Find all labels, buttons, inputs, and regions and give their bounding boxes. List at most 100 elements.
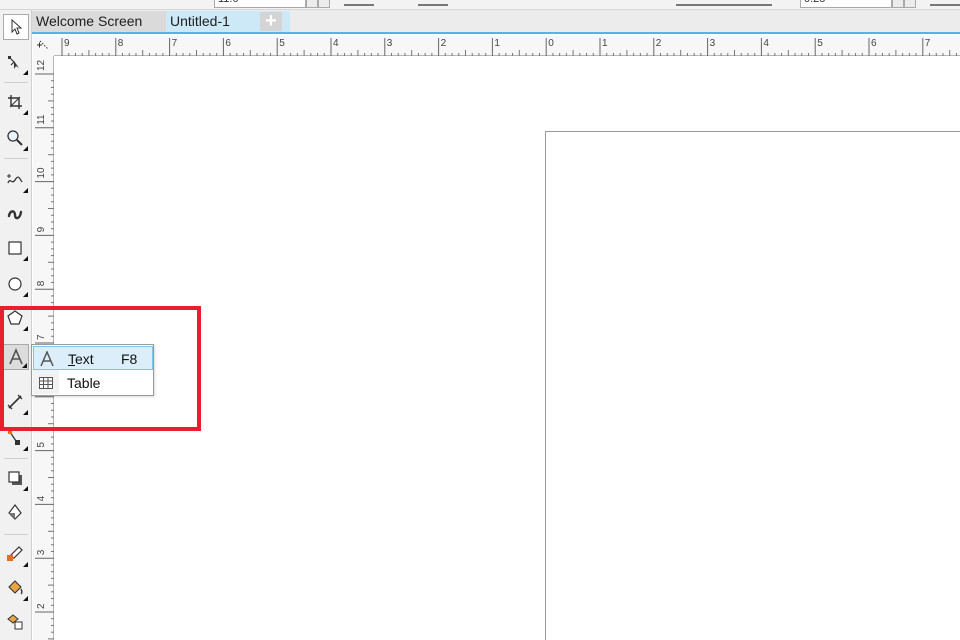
- ruler-tick-label: 2: [441, 38, 447, 49]
- property-field-1[interactable]: 11.0: [214, 0, 306, 8]
- property-field-2[interactable]: 0.25: [800, 0, 892, 8]
- dimension-line-icon: [7, 394, 23, 410]
- eyedropper-icon: [7, 546, 23, 561]
- ruler-tick-label: 1: [494, 38, 500, 49]
- ruler-tick-label: 6: [225, 38, 231, 49]
- flyout-arrow-icon: [23, 596, 28, 601]
- rectangle-tool-button[interactable]: [3, 236, 29, 262]
- ruler-tick-label: 8: [118, 38, 124, 49]
- property-line-2: [418, 4, 448, 6]
- shape-node-icon: [8, 56, 19, 69]
- ruler-tick-label: 4: [36, 495, 47, 501]
- property-line-4: [930, 4, 960, 6]
- pick-tool-button[interactable]: [3, 14, 29, 40]
- ruler-tick-label: 7: [172, 38, 178, 49]
- ruler-tick-label: 8: [36, 280, 47, 286]
- tab-welcome-screen[interactable]: Welcome Screen: [32, 11, 166, 32]
- property-spinner-2b[interactable]: [904, 0, 916, 8]
- ruler-tick-label: 12: [36, 59, 47, 71]
- flyout-arrow-icon: [23, 292, 28, 297]
- transparency-icon: [8, 504, 22, 520]
- ruler-tick-label: 0: [548, 38, 554, 49]
- ruler-tick-label: 5: [279, 38, 285, 49]
- horizontal-ruler[interactable]: 9 8 7 6 5 4 3 2 1 0 1 2 3 4 5 6 7: [54, 36, 960, 56]
- table-grid-icon: [39, 377, 53, 389]
- ruler-tick-label: 1: [602, 38, 608, 49]
- brush-stroke-icon: [7, 210, 23, 220]
- menu-item-text[interactable]: Text F8: [33, 346, 153, 370]
- flyout-arrow-icon: [23, 256, 28, 261]
- flyout-arrow-icon: [23, 70, 28, 75]
- tab-untitled-1-label: Untitled-1: [170, 13, 230, 29]
- toolbox-separator: [4, 158, 28, 159]
- flyout-arrow-icon: [23, 562, 28, 567]
- crop-tool-button[interactable]: [3, 90, 29, 116]
- property-line-1: [344, 4, 374, 6]
- document-tab-bar: Welcome Screen Untitled-1 +: [32, 10, 960, 34]
- ruler-tick-label: 3: [710, 38, 716, 49]
- toolbox-separator: [4, 534, 28, 535]
- menu-item-text-shortcut: F8: [121, 351, 138, 367]
- flyout-arrow-icon: [23, 326, 28, 331]
- property-spinner-1[interactable]: [306, 0, 318, 8]
- ruler-tick-label: 5: [817, 38, 823, 49]
- transparency-tool-button[interactable]: [3, 500, 29, 526]
- drop-shadow-tool-button[interactable]: [3, 466, 29, 492]
- ruler-tick-label: 3: [36, 549, 47, 555]
- property-spinner-2[interactable]: [892, 0, 904, 8]
- ruler-origin-icon: [37, 40, 49, 50]
- ruler-tick-label: 7: [925, 38, 931, 49]
- fill-bucket-icon: [8, 580, 23, 595]
- flyout-arrow-icon: [23, 146, 28, 151]
- ruler-tick-label: 5: [36, 442, 47, 448]
- smart-fill-icon: [7, 614, 23, 630]
- drop-shadow-icon: [8, 471, 22, 485]
- ruler-tick-label: 3: [387, 38, 393, 49]
- text-tool-button[interactable]: [3, 344, 29, 370]
- ruler-tick-label: 6: [871, 38, 877, 49]
- polygon-tool-button[interactable]: [3, 306, 29, 332]
- flyout-arrow-icon: [23, 110, 28, 115]
- shape-tool-button[interactable]: [3, 50, 29, 76]
- ruler-tick-label: 9: [36, 226, 47, 232]
- ruler-tick-label: 9: [64, 38, 70, 49]
- page-border: [545, 131, 960, 640]
- flyout-arrow-icon: [23, 410, 28, 415]
- zoom-tool-button[interactable]: [3, 126, 29, 152]
- crop-icon: [8, 95, 22, 109]
- ruler-tick-label: 4: [763, 38, 769, 49]
- ruler-origin-corner[interactable]: [33, 36, 54, 56]
- color-eyedropper-tool-button[interactable]: [3, 542, 29, 568]
- text-a-icon: [40, 351, 54, 367]
- smart-fill-tool-button[interactable]: [3, 610, 29, 636]
- connector-tool-button[interactable]: [3, 426, 29, 452]
- magnifier-icon: [7, 130, 23, 146]
- pointer-arrow-icon: [11, 18, 23, 35]
- flyout-arrow-icon: [23, 486, 28, 491]
- menu-item-text-label: Text: [68, 351, 94, 367]
- ellipse-icon: [8, 277, 22, 291]
- freehand-tool-button[interactable]: [3, 168, 29, 194]
- flyout-arrow-icon: [23, 446, 28, 451]
- artistic-media-tool-button[interactable]: [3, 202, 29, 228]
- toolbox-separator: [4, 458, 28, 459]
- connector-icon: [8, 430, 20, 445]
- property-bar: 11.0 0.25: [0, 0, 960, 10]
- text-tool-flyout-menu: Text F8 Table: [31, 344, 154, 396]
- interactive-fill-tool-button[interactable]: [3, 576, 29, 602]
- dimension-tool-button[interactable]: [3, 390, 29, 416]
- horizontal-ruler-ticks: 9 8 7 6 5 4 3 2 1 0 1 2 3 4 5 6 7: [61, 38, 957, 56]
- ruler-tick-label: 4: [333, 38, 339, 49]
- menu-item-table-label: Table: [67, 375, 101, 391]
- freehand-curve-icon: [7, 174, 23, 184]
- drawing-canvas[interactable]: [55, 57, 960, 640]
- menu-item-table[interactable]: Table: [33, 371, 153, 395]
- rectangle-icon: [8, 241, 22, 255]
- property-line-3: [676, 4, 772, 6]
- ruler-tick-label: 2: [36, 603, 47, 609]
- ellipse-tool-button[interactable]: [3, 272, 29, 298]
- flyout-arrow-icon: [23, 188, 28, 193]
- property-spinner-1b[interactable]: [318, 0, 330, 8]
- add-tab-button[interactable]: +: [260, 11, 282, 31]
- polygon-icon: [7, 310, 23, 325]
